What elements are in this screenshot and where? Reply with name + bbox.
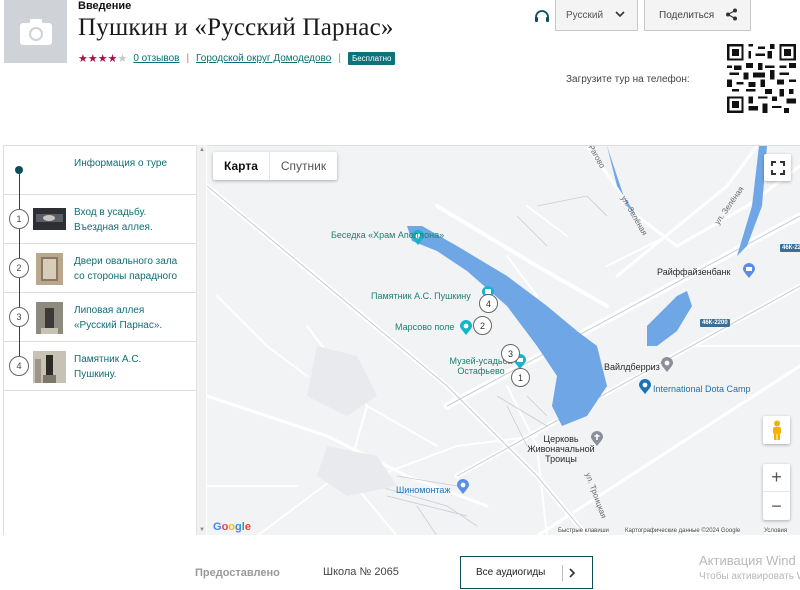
tour-marker[interactable]: 2 <box>473 316 492 335</box>
map-type-control: Карта Спутник <box>213 152 338 180</box>
church-label[interactable]: Церковь Живоначальной Троицы <box>525 434 597 464</box>
camera-icon <box>19 18 52 45</box>
stop-number: 2 <box>9 258 29 278</box>
bank-label[interactable]: Райффайзенбанк <box>657 267 730 277</box>
tour-info-label: Информация о туре <box>74 158 168 169</box>
tour-info-item[interactable]: Информация о туре <box>4 146 196 195</box>
tour-stop-item[interactable]: 2 Двери овального зала со стороны парадн… <box>4 244 196 293</box>
wb-label[interactable]: Вайлдберриз <box>604 362 660 372</box>
chevron-right-icon <box>569 568 576 578</box>
map-attribution: Картографические данные ©2024 Google <box>625 528 741 534</box>
fullscreen-icon <box>770 160 785 175</box>
stop-thumbnail <box>36 253 63 285</box>
field-label[interactable]: Марсово поле <box>395 322 454 332</box>
provider-name[interactable]: Школа № 2065 <box>323 566 399 578</box>
share-button[interactable]: Поделиться <box>644 0 751 31</box>
stop-label: Двери овального зала со стороны парадног… <box>74 256 178 282</box>
stop-number: 3 <box>9 307 29 327</box>
meta-separator: | <box>186 53 190 64</box>
zoom-control: + − <box>763 464 790 520</box>
tire-label[interactable]: Шиномонтаж <box>396 485 450 495</box>
stop-thumbnail <box>36 302 63 334</box>
tour-marker[interactable]: 3 <box>501 344 520 363</box>
tour-stop-item[interactable]: 4 Памятник А.С. Пушкину. <box>4 342 196 391</box>
tour-thumbnail <box>4 0 67 63</box>
meta-separator: | <box>338 53 341 64</box>
fullscreen-button[interactable] <box>764 154 791 181</box>
bank-pin-icon[interactable] <box>742 263 756 279</box>
camp-pin-icon[interactable] <box>638 379 652 395</box>
monument-label[interactable]: Памятник А.С. Пушкину <box>371 291 471 301</box>
highway-shield: 46К-22 <box>780 244 800 252</box>
tab-map[interactable]: Карта <box>213 152 270 180</box>
pegman-icon <box>772 420 781 440</box>
timeline-dot <box>15 166 23 174</box>
free-badge: Бесплатно <box>347 52 396 65</box>
terms-link[interactable]: Условия <box>764 528 788 534</box>
button-divider <box>562 565 563 581</box>
stop-number: 1 <box>9 209 29 229</box>
scroll-down-arrow[interactable]: ▼ <box>199 527 205 533</box>
headphones-icon <box>535 10 549 22</box>
all-audioguides-button[interactable]: Все аудиогиды <box>460 556 593 589</box>
google-logo[interactable]: Google <box>213 521 251 533</box>
tab-satellite[interactable]: Спутник <box>270 152 337 180</box>
share-icon <box>726 8 737 21</box>
language-select[interactable]: Русский <box>555 0 638 31</box>
windows-activation-subtitle: Чтобы активировать W <box>699 571 800 582</box>
highway-shield: 46К-2200 <box>700 319 730 327</box>
stop-label: Вход в усадьбу. Въездная аллея. <box>74 207 153 233</box>
keyboard-shortcuts-link[interactable]: Быстрые клавиши <box>558 528 609 534</box>
map-base-layer <box>207 146 800 535</box>
chevron-down-icon <box>615 11 625 18</box>
stop-label: Памятник А.С. Пушкину. <box>74 354 142 380</box>
tour-stop-list: Информация о туре 1 Вход в усадьбу. Въез… <box>3 145 196 535</box>
language-value: Русский <box>566 9 604 21</box>
map-view[interactable]: Рагово ул. Зелёная ул. Зелёная ул. Троиц… <box>207 145 800 535</box>
zoom-in-button[interactable]: + <box>763 464 790 492</box>
stop-label: Липовая аллея «Русский Парнас». <box>74 305 163 331</box>
windows-activation-title: Активация Wind <box>699 553 796 568</box>
field-pin-icon[interactable] <box>459 320 473 336</box>
qr-code[interactable] <box>727 44 796 113</box>
wb-pin-icon[interactable] <box>660 357 674 373</box>
tour-stop-item[interactable]: 3 Липовая аллея «Русский Парнас». <box>4 293 196 342</box>
tour-marker[interactable]: 4 <box>479 294 498 313</box>
tour-marker[interactable]: 1 <box>511 368 530 387</box>
tire-pin-icon[interactable] <box>456 479 470 495</box>
location-link[interactable]: Городской округ Домодедово <box>196 53 331 64</box>
provided-by-label: Предоставлено <box>195 567 280 579</box>
gazebo-label[interactable]: Беседка «Храм Аполлона» <box>331 230 444 240</box>
stop-thumbnail <box>33 208 66 230</box>
camp-label[interactable]: International Dota Camp <box>653 384 751 394</box>
scroll-up-arrow[interactable]: ▲ <box>199 147 205 153</box>
reviews-link[interactable]: 0 отзывов <box>133 53 179 64</box>
tour-stop-item[interactable]: 1 Вход в усадьбу. Въездная аллея. <box>4 195 196 244</box>
all-audioguides-label: Все аудиогиды <box>476 567 546 578</box>
street-view-button[interactable] <box>763 416 790 444</box>
rating-stars: ★★★★★ <box>78 53 128 65</box>
qr-caption: Загрузите тур на телефон: <box>566 74 690 85</box>
zoom-out-button[interactable]: − <box>763 492 790 520</box>
stop-number: 4 <box>9 356 29 376</box>
stop-thumbnail <box>33 351 66 383</box>
page-title: Пушкин и «Русский Парнас» <box>78 14 394 41</box>
tour-meta: ★★★★★ 0 отзывов | Городской округ Домоде… <box>78 52 396 65</box>
list-scrollbar[interactable]: ▲ ▼ <box>196 145 206 535</box>
section-kicker: Введение <box>78 0 132 12</box>
share-label: Поделиться <box>659 9 715 21</box>
